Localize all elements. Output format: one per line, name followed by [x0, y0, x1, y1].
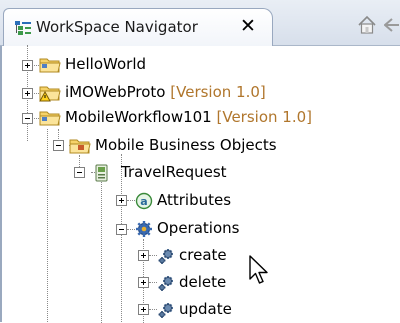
expand-toggle[interactable]	[138, 304, 149, 315]
home-icon[interactable]	[356, 14, 378, 36]
tree-item-label: MobileWorkflow101	[65, 108, 212, 126]
expand-toggle[interactable]	[138, 277, 149, 288]
tab-workspace-navigator[interactable]: WorkSpace Navigator ✕	[3, 8, 273, 46]
collapse-toggle[interactable]	[22, 113, 33, 124]
tree-item-label: HelloWorld	[65, 55, 147, 73]
folder-project-icon	[39, 111, 61, 126]
tree-connector	[149, 255, 157, 256]
operation-gear-icon	[158, 276, 173, 291]
tree-item-label: update	[179, 300, 232, 318]
expand-toggle[interactable]	[116, 195, 127, 206]
expand-toggle[interactable]	[22, 88, 33, 99]
operation-gear-icon	[158, 249, 173, 264]
tree-connector	[101, 182, 102, 323]
tree-item-label: iMOWebProto	[65, 83, 166, 101]
collapse-toggle[interactable]	[74, 167, 85, 178]
folder-mbo-icon	[69, 139, 91, 154]
folder-project-warning-icon	[39, 86, 61, 102]
attributes-icon: a	[135, 192, 153, 210]
tree-item-label: Mobile Business Objects	[95, 136, 277, 154]
svg-text:a: a	[140, 195, 147, 208]
folder-project-icon	[39, 58, 61, 73]
navigator-tree: HelloWorld iMOWebProto [Version 1.0] Mob…	[0, 45, 400, 323]
tree-connector	[127, 229, 135, 230]
expand-toggle[interactable]	[22, 60, 33, 71]
collapse-toggle[interactable]	[116, 224, 127, 235]
mbo-icon	[95, 164, 108, 182]
tab-title: WorkSpace Navigator	[36, 18, 198, 36]
close-icon[interactable]: ✕	[238, 16, 258, 36]
tree-item-label: delete	[179, 273, 227, 291]
version-label: [Version 1.0]	[216, 108, 313, 126]
tree-item-label: Attributes	[157, 191, 232, 209]
tree-item-label: create	[179, 246, 227, 264]
tree-item-label: TravelRequest	[121, 163, 227, 181]
collapse-toggle[interactable]	[53, 140, 64, 151]
expand-toggle[interactable]	[138, 250, 149, 261]
tree-connector	[127, 200, 135, 201]
view-tab-bar: WorkSpace Navigator ✕	[0, 0, 400, 46]
tree-connector	[149, 309, 157, 310]
operation-gear-icon	[158, 303, 173, 318]
operations-gear-icon	[136, 221, 152, 237]
tree-item-label: Operations	[157, 219, 240, 237]
tree-connector	[47, 129, 48, 322]
version-label: [Version 1.0]	[170, 83, 266, 101]
back-arrow-icon[interactable]	[384, 18, 400, 32]
tree-connector	[149, 282, 157, 283]
navigator-icon	[15, 21, 31, 35]
mouse-pointer-icon	[249, 255, 268, 284]
